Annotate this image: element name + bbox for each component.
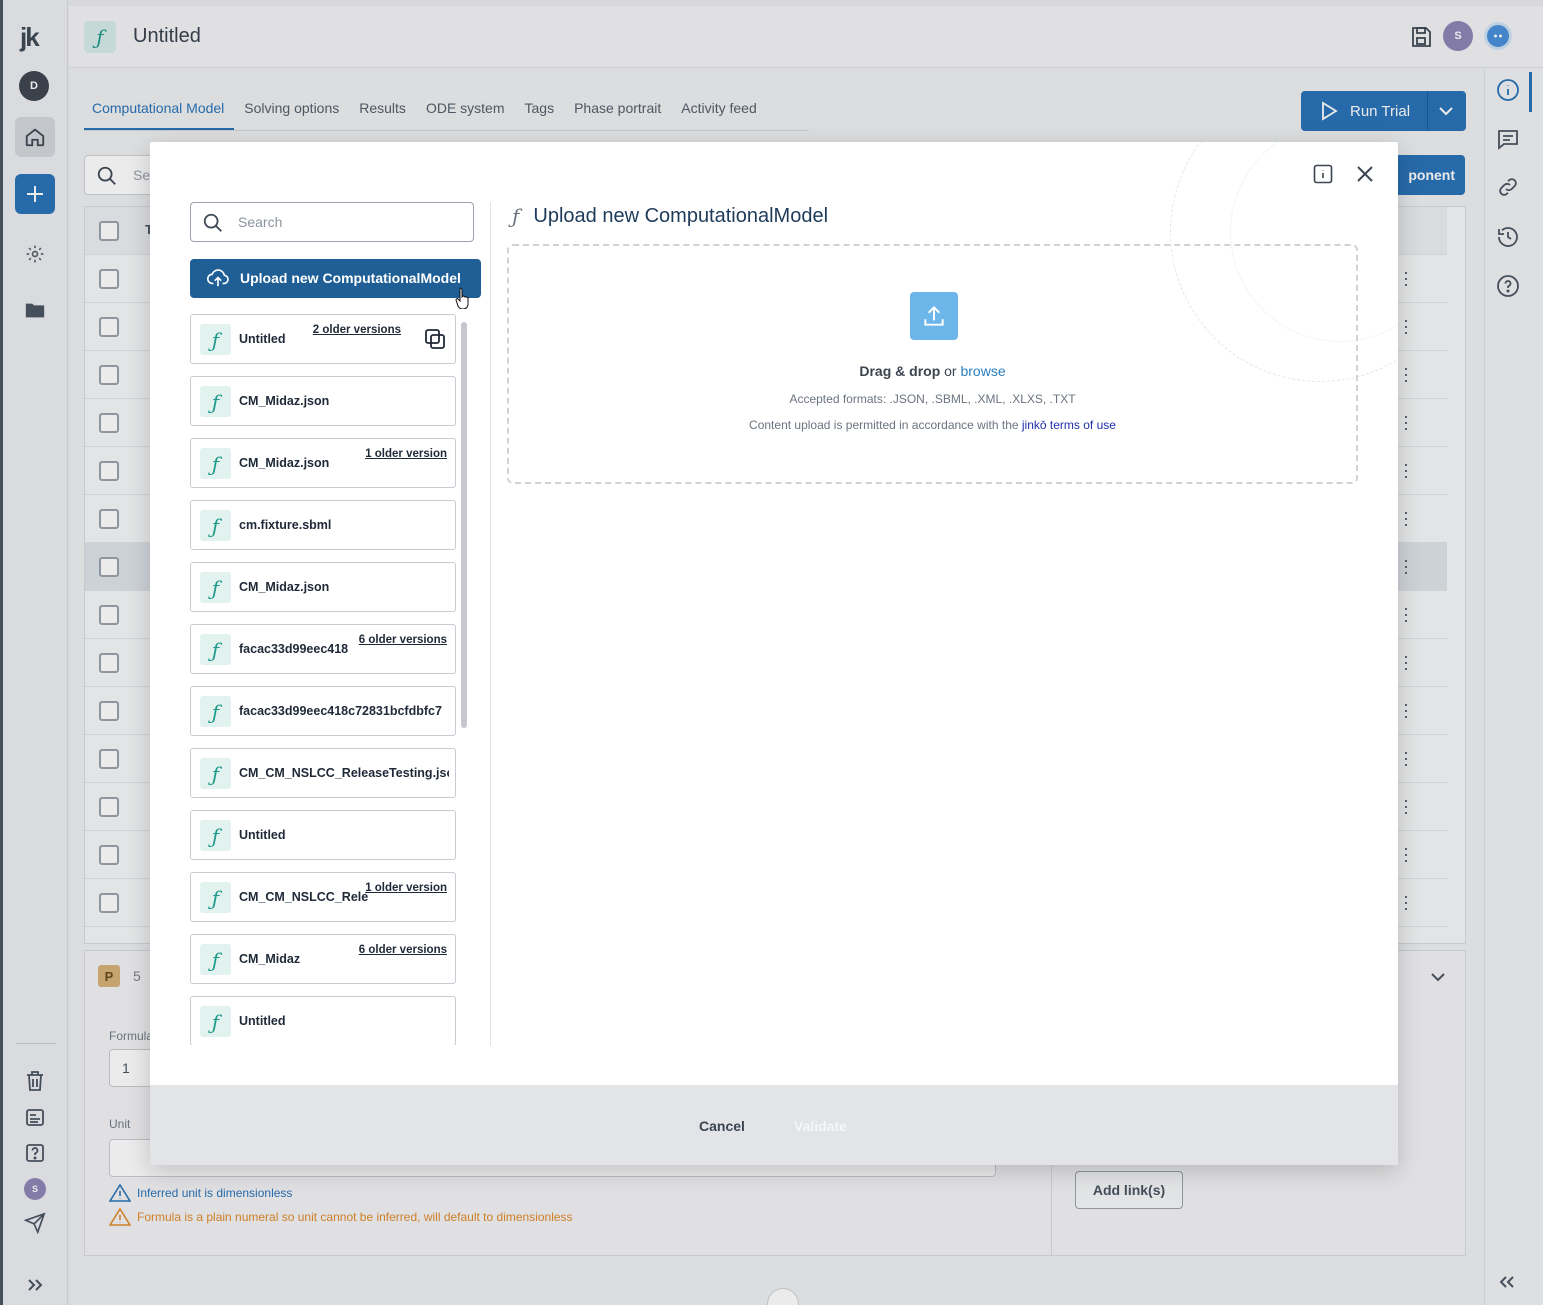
upload-heading-text: Upload new ComputationalModel — [533, 204, 829, 227]
model-list-item[interactable]: ƒ facac33d99eec418 6 older versions — [190, 624, 456, 674]
cloud-upload-icon — [207, 269, 229, 287]
model-name: Untitled — [239, 1014, 286, 1028]
search-icon — [203, 213, 222, 232]
model-name: CM_Midaz.json — [239, 580, 330, 594]
model-list-item[interactable]: ƒ facac33d99eec418c72831bcfdbfc7 — [190, 686, 456, 736]
model-name: facac33d99eec418 — [239, 642, 349, 656]
model-list-item[interactable]: ƒ Untitled — [190, 996, 456, 1045]
upload-new-model-button[interactable]: Upload new ComputationalModel — [190, 259, 481, 298]
model-list: ƒ Untitled 2 older versions ƒ CM_Midaz.j… — [190, 314, 470, 1045]
model-name: CM_CM_NSLCC_ReleaseTesting.json — [239, 766, 449, 780]
or-text: or — [944, 363, 957, 379]
formula-icon: ƒ — [200, 820, 231, 851]
model-list-item[interactable]: ƒ CM_Midaz.json — [190, 376, 456, 426]
formula-icon: ƒ — [200, 634, 231, 665]
formula-icon: ƒ — [200, 1006, 231, 1037]
upload-dialog: Search Upload new ComputationalModel ƒ U… — [150, 142, 1398, 1165]
cancel-button[interactable]: Cancel — [699, 1118, 745, 1134]
upload-new-model-label: Upload new ComputationalModel — [240, 270, 461, 286]
model-list-item[interactable]: ƒ Untitled — [190, 810, 456, 860]
model-list-item[interactable]: ƒ CM_Midaz 6 older versions — [190, 934, 456, 984]
model-name: CM_Midaz.json — [239, 456, 330, 470]
model-search-placeholder: Search — [238, 214, 283, 230]
model-name: Untitled — [239, 828, 286, 842]
formula-icon: ƒ — [200, 572, 231, 603]
older-versions-link[interactable]: 1 older version — [363, 448, 447, 460]
model-list-item[interactable]: ƒ cm.fixture.sbml — [190, 500, 456, 550]
formula-icon: ƒ — [200, 386, 231, 417]
validate-button[interactable]: Validate — [794, 1118, 847, 1134]
model-name: facac33d99eec418c72831bcfdbfc7 — [239, 704, 442, 718]
formula-icon: ƒ — [512, 204, 520, 228]
upload-heading: ƒ Upload new ComputationalModel — [512, 204, 828, 228]
dialog-footer: Cancel Validate — [150, 1085, 1398, 1165]
close-icon — [1357, 166, 1373, 182]
formula-icon: ƒ — [200, 696, 231, 727]
model-search-input[interactable]: Search — [190, 202, 474, 242]
upload-arrow-icon — [924, 305, 944, 326]
model-name: CM_Midaz.json — [239, 394, 330, 408]
model-list-item[interactable]: ƒ CM_CM_NSLCC_Rele 1 older version — [190, 872, 456, 922]
copy-icon — [425, 329, 445, 349]
model-list-item[interactable]: ƒ CM_CM_NSLCC_ReleaseTesting.json — [190, 748, 456, 798]
formula-icon: ƒ — [200, 882, 231, 913]
terms-line: Content upload is permitted in accordanc… — [509, 418, 1356, 432]
upload-icon[interactable] — [910, 292, 958, 340]
model-name: Untitled — [239, 332, 286, 346]
accepted-formats: Accepted formats: .JSON, .SBML, .XML, .X… — [789, 392, 1076, 406]
browse-link[interactable]: browse — [960, 363, 1005, 379]
drag-drop-text: Drag & drop — [859, 363, 941, 379]
terms-prefix: Content upload is permitted in accordanc… — [749, 418, 1019, 432]
model-list-item[interactable]: ƒ Untitled 2 older versions — [190, 314, 456, 364]
older-versions-link[interactable]: 2 older versions — [310, 324, 401, 336]
model-name: CM_Midaz — [239, 952, 301, 966]
older-versions-link[interactable]: 6 older versions — [356, 944, 447, 956]
formula-icon: ƒ — [200, 758, 231, 789]
model-list-item[interactable]: ƒ CM_Midaz.json — [190, 562, 456, 612]
formula-icon: ƒ — [200, 510, 231, 541]
file-dropzone[interactable]: Drag & drop or browse Accepted formats: … — [507, 244, 1358, 484]
dialog-close-button[interactable] — [1353, 162, 1377, 186]
dialog-divider — [490, 202, 491, 1046]
older-versions-link[interactable]: 1 older version — [363, 882, 447, 894]
formula-icon: ƒ — [200, 944, 231, 975]
dialog-info-button[interactable] — [1313, 164, 1333, 184]
formula-icon: ƒ — [200, 324, 231, 355]
terms-link[interactable]: jinkō terms of use — [1022, 418, 1116, 432]
older-versions-link[interactable]: 6 older versions — [356, 634, 447, 646]
copy-button[interactable] — [424, 328, 446, 350]
list-scrollbar[interactable] — [461, 322, 467, 728]
drag-drop-line: Drag & drop or browse — [509, 363, 1356, 379]
formula-icon: ƒ — [200, 448, 231, 479]
model-name: cm.fixture.sbml — [239, 518, 332, 532]
model-list-item[interactable]: ƒ CM_Midaz.json 1 older version — [190, 438, 456, 488]
model-name: CM_CM_NSLCC_Rele — [239, 890, 369, 904]
mouse-cursor-icon — [455, 287, 469, 309]
info-square-icon — [1313, 164, 1333, 184]
